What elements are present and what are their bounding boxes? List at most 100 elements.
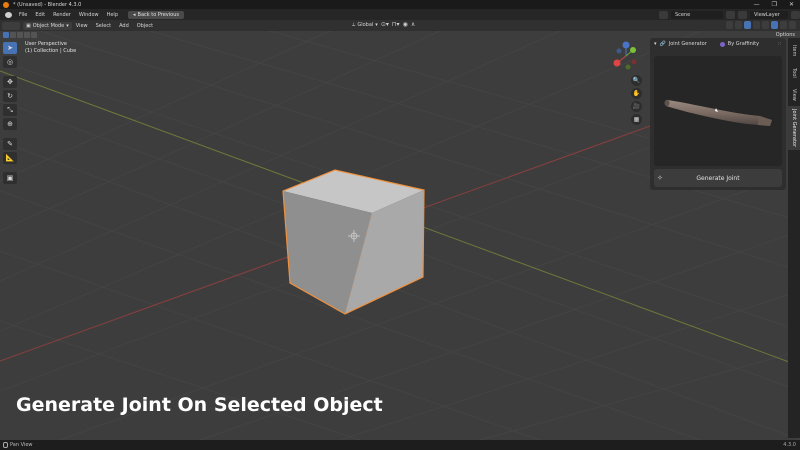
viewport-menu-select[interactable]: Select bbox=[92, 23, 115, 29]
viewport-shading-controls bbox=[726, 21, 796, 29]
title-bar: * (Unsaved) - Blender 4.3.0 — ❐ ✕ bbox=[0, 0, 800, 9]
menu-window[interactable]: Window bbox=[75, 12, 103, 18]
window-title: * (Unsaved) - Blender 4.3.0 bbox=[13, 1, 82, 8]
back-to-previous-button[interactable]: ◂ Back to Previous bbox=[128, 10, 184, 19]
orientation-axes-icon: ⟂ bbox=[352, 21, 356, 28]
generate-joint-button[interactable]: ✧ Generate Joint bbox=[654, 169, 782, 187]
object-mode-icon: ▣ bbox=[26, 22, 31, 29]
select-new-icon[interactable] bbox=[3, 32, 9, 38]
pivot-point-icon[interactable]: ⊙▾ bbox=[381, 21, 389, 28]
panel-header[interactable]: ▾ 🔗 Joint Generator By Graffinity ∷ bbox=[650, 38, 786, 50]
joint-generator-panel: ▾ 🔗 Joint Generator By Graffinity ∷ ✧ Ge… bbox=[650, 38, 786, 190]
xray-icon[interactable] bbox=[753, 21, 760, 29]
perspective-label: User Perspective bbox=[25, 41, 67, 47]
pan-hand-icon[interactable]: ✋ bbox=[631, 88, 642, 99]
snap-icon[interactable]: ⊓▾ bbox=[392, 21, 400, 28]
viewport-menu-add[interactable]: Add bbox=[115, 23, 133, 29]
measure-icon[interactable]: 📐 bbox=[3, 152, 17, 164]
ortho-grid-icon[interactable]: ▦ bbox=[631, 114, 642, 125]
scene-field[interactable]: Scene bbox=[671, 10, 723, 19]
transform-icon[interactable]: ⊕ bbox=[3, 118, 17, 130]
scene-layer-selectors: Scene ViewLayer bbox=[659, 9, 800, 20]
menu-file[interactable]: File bbox=[15, 12, 31, 18]
select-cursor-icon[interactable]: ➤ bbox=[3, 42, 17, 54]
wireframe-shading-icon[interactable] bbox=[762, 21, 769, 29]
joint-model-preview bbox=[664, 99, 772, 126]
close-button[interactable]: ✕ bbox=[789, 1, 794, 8]
scene-browse-icon[interactable] bbox=[659, 10, 668, 19]
select-extend-icon[interactable] bbox=[10, 32, 16, 38]
chevron-down-icon: ▾ bbox=[66, 22, 69, 29]
tab-item[interactable]: Item bbox=[788, 42, 800, 60]
tab-tool[interactable]: Tool bbox=[788, 64, 800, 82]
viewport-menu-view[interactable]: View bbox=[72, 23, 92, 29]
zoom-icon[interactable]: 🔍 bbox=[631, 75, 642, 86]
author-credit: By Graffinity bbox=[719, 41, 760, 47]
viewport-header: ▣ Object Mode ▾ View Select Add Object ⟂… bbox=[0, 20, 800, 31]
window-controls: — ❐ ✕ bbox=[754, 0, 794, 9]
rotate-icon[interactable]: ↻ bbox=[3, 90, 17, 102]
scene-copy-icon[interactable] bbox=[726, 10, 735, 19]
menu-help[interactable]: Help bbox=[103, 12, 122, 18]
falloff-icon[interactable]: ∧ bbox=[411, 21, 415, 28]
mode-label: Object Mode bbox=[32, 22, 65, 29]
menu-render[interactable]: Render bbox=[49, 12, 75, 18]
chevron-down-icon: ▾ bbox=[375, 21, 378, 28]
select-subtract-icon[interactable] bbox=[17, 32, 23, 38]
blender-app-icon bbox=[3, 1, 9, 8]
overlay-toggle-icon[interactable] bbox=[744, 21, 751, 29]
viewport-menu-object[interactable]: Object bbox=[133, 23, 157, 29]
editor-type-icon[interactable] bbox=[2, 21, 20, 30]
move-icon[interactable]: ✥ bbox=[3, 76, 17, 88]
collection-label: (1) Collection | Cube bbox=[25, 48, 77, 54]
options-dropdown[interactable]: Options bbox=[772, 31, 798, 38]
transform-settings: ⟂ Global ▾ ⊙▾ ⊓▾ ◉ ∧ bbox=[352, 21, 415, 28]
viewport-info-overlay: User Perspective (1) Collection | Cube bbox=[25, 41, 76, 55]
add-cube-icon[interactable]: ▣ bbox=[3, 172, 17, 184]
generate-icon: ✧ bbox=[657, 174, 663, 182]
axis-gizmo[interactable] bbox=[613, 41, 637, 70]
annotate-icon[interactable]: ✎ bbox=[3, 138, 17, 150]
solid-shading-icon[interactable] bbox=[771, 21, 778, 29]
orientation-label: Global bbox=[357, 21, 374, 28]
material-shading-icon[interactable] bbox=[780, 21, 787, 29]
minimize-button[interactable]: — bbox=[754, 1, 760, 8]
chevron-down-icon[interactable]: ▾ bbox=[654, 41, 657, 47]
scene-name: Scene bbox=[675, 11, 691, 18]
video-caption: Generate Joint On Selected Object bbox=[16, 394, 383, 416]
menu-edit[interactable]: Edit bbox=[31, 12, 49, 18]
viewlayer-browse-icon[interactable] bbox=[738, 10, 747, 19]
select-intersect-icon[interactable] bbox=[31, 32, 37, 38]
back-to-previous-label: Back to Previous bbox=[137, 11, 179, 18]
tab-view[interactable]: View bbox=[788, 86, 800, 104]
rendered-shading-icon[interactable] bbox=[789, 21, 796, 29]
object-mode-dropdown[interactable]: ▣ Object Mode ▾ bbox=[23, 21, 72, 30]
scale-icon[interactable]: ⤡ bbox=[3, 104, 17, 116]
proportional-edit-icon[interactable]: ◉ bbox=[403, 21, 408, 28]
tab-joint-generator[interactable]: Joint Generator bbox=[788, 106, 800, 150]
view-layer-field[interactable]: ViewLayer bbox=[750, 10, 788, 19]
status-bar: Pan View 4.3.0 bbox=[0, 440, 800, 450]
blender-logo-icon[interactable] bbox=[1, 9, 15, 20]
panel-drag-handle-icon[interactable]: ∷ bbox=[778, 41, 781, 47]
back-arrow-icon: ◂ bbox=[133, 11, 136, 18]
options-label: Options bbox=[775, 31, 795, 38]
tool-shelf: ➤ ◎ ✥ ↻ ⤡ ⊕ ✎ 📐 ▣ bbox=[3, 42, 17, 184]
cursor-icon[interactable]: ◎ bbox=[3, 56, 17, 68]
orientation-dropdown[interactable]: ⟂ Global ▾ bbox=[352, 22, 378, 28]
camera-view-icon[interactable]: 🎥 bbox=[631, 101, 642, 112]
visibility-icon[interactable] bbox=[726, 21, 733, 29]
joint-preview-image bbox=[654, 56, 782, 166]
top-menu-bar: File Edit Render Window Help ◂ Back to P… bbox=[0, 9, 800, 20]
author-label: By Graffinity bbox=[727, 41, 760, 47]
panel-title: Joint Generator bbox=[668, 41, 707, 47]
sidebar-tabs: Item Tool View Joint Generator bbox=[788, 38, 800, 438]
viewlayer-copy-icon[interactable] bbox=[791, 10, 800, 19]
mouse-middle-icon bbox=[3, 442, 8, 448]
maximize-button[interactable]: ❐ bbox=[772, 1, 777, 8]
gizmo-toggle-icon[interactable] bbox=[735, 21, 742, 29]
view-layer-name: ViewLayer bbox=[754, 11, 780, 18]
selected-cube[interactable] bbox=[282, 169, 425, 315]
select-difference-icon[interactable] bbox=[24, 32, 30, 38]
status-hint: Pan View bbox=[10, 442, 33, 448]
